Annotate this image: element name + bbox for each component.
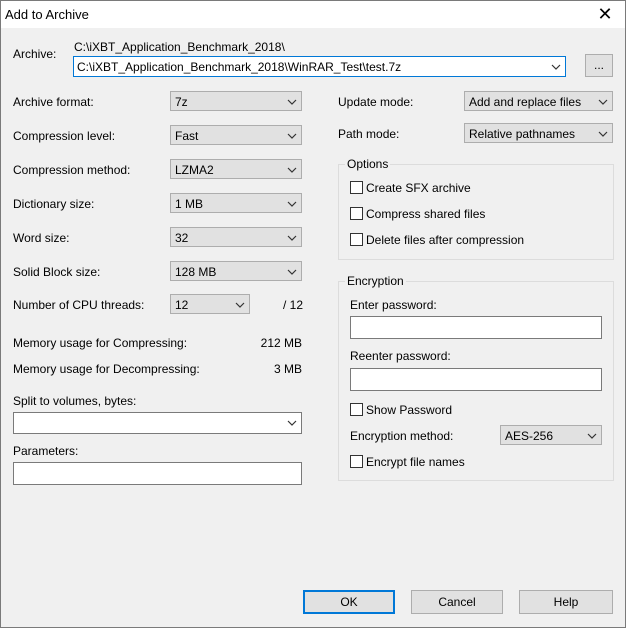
dictionary-size-select[interactable]: 1 MB — [170, 193, 302, 213]
dictionary-size-label: Dictionary size: — [13, 197, 95, 211]
compression-method-select[interactable]: LZMA2 — [170, 159, 302, 179]
cpu-threads-label: Number of CPU threads: — [13, 298, 145, 312]
chevron-down-icon — [598, 131, 608, 137]
create-sfx-label: Create SFX archive — [366, 181, 471, 195]
archive-label: Archive: — [13, 47, 57, 61]
chevron-down-icon — [287, 235, 297, 241]
cpu-threads-select[interactable]: 12 — [170, 294, 250, 314]
browse-button[interactable]: ... — [585, 54, 613, 77]
chevron-down-icon — [598, 99, 608, 105]
compress-shared-label: Compress shared files — [366, 207, 486, 221]
chevron-down-icon — [287, 99, 297, 105]
memory-decompress-label: Memory usage for Decompressing: — [13, 362, 200, 376]
window-title: Add to Archive — [5, 7, 89, 22]
split-volumes-combo[interactable] — [13, 412, 302, 434]
encrypt-names-label: Encrypt file names — [366, 455, 465, 469]
chevron-down-icon — [287, 420, 297, 426]
path-mode-label: Path mode: — [338, 127, 400, 141]
archive-name-value: C:\iXBT_Application_Benchmark_2018\WinRA… — [77, 60, 402, 74]
add-to-archive-dialog: Add to Archive ✕ Archive: C:\iXBT_Applic… — [0, 0, 626, 628]
ok-button[interactable]: OK — [303, 590, 395, 614]
path-mode-select[interactable]: Relative pathnames — [464, 123, 613, 143]
show-password-checkbox[interactable] — [350, 403, 363, 416]
chevron-down-icon — [287, 201, 297, 207]
chevron-down-icon — [287, 269, 297, 275]
update-mode-label: Update mode: — [338, 95, 414, 109]
chevron-down-icon — [587, 433, 597, 439]
compression-method-label: Compression method: — [13, 163, 131, 177]
split-volumes-label: Split to volumes, bytes: — [13, 394, 137, 408]
help-button[interactable]: Help — [519, 590, 613, 614]
encryption-group-title: Encryption — [345, 274, 406, 288]
compression-level-value: Fast — [175, 129, 199, 143]
archive-name-combo[interactable]: C:\iXBT_Application_Benchmark_2018\WinRA… — [73, 56, 566, 77]
encryption-method-select[interactable]: AES-256 — [500, 425, 602, 445]
cpu-threads-value: 12 — [175, 298, 189, 312]
chevron-down-icon — [235, 302, 245, 308]
word-size-value: 32 — [175, 231, 189, 245]
chevron-down-icon — [551, 64, 561, 70]
memory-compress-value: 212 MB — [260, 336, 302, 350]
options-group-title: Options — [345, 157, 391, 171]
cpu-threads-max: / 12 — [283, 298, 304, 312]
enter-password-label: Enter password: — [350, 298, 437, 312]
memory-decompress-value: 3 MB — [273, 362, 302, 376]
chevron-down-icon — [287, 167, 297, 173]
encryption-method-label: Encryption method: — [350, 429, 454, 443]
encrypt-names-checkbox[interactable] — [350, 455, 363, 468]
compression-method-value: LZMA2 — [175, 163, 214, 177]
dictionary-size-value: 1 MB — [175, 197, 204, 211]
delete-after-label: Delete files after compression — [366, 233, 525, 247]
compression-level-select[interactable]: Fast — [170, 125, 302, 145]
memory-compress-label: Memory usage for Compressing: — [13, 336, 188, 350]
password-input[interactable] — [350, 316, 602, 339]
current-folder-path: C:\iXBT_Application_Benchmark_2018\ — [74, 40, 285, 54]
cancel-button[interactable]: Cancel — [411, 590, 503, 614]
update-mode-select[interactable]: Add and replace files — [464, 91, 613, 111]
word-size-select[interactable]: 32 — [170, 227, 302, 247]
solid-block-size-value: 128 MB — [175, 265, 217, 279]
update-mode-value: Add and replace files — [469, 95, 582, 109]
delete-after-checkbox[interactable] — [350, 233, 363, 246]
reenter-password-label: Reenter password: — [350, 349, 451, 363]
parameters-label: Parameters: — [13, 444, 79, 458]
compression-level-label: Compression level: — [13, 129, 116, 143]
archive-format-value: 7z — [175, 95, 188, 109]
reenter-password-input[interactable] — [350, 368, 602, 391]
show-password-label: Show Password — [366, 403, 453, 417]
create-sfx-checkbox[interactable] — [350, 181, 363, 194]
chevron-down-icon — [287, 133, 297, 139]
parameters-input[interactable] — [13, 462, 302, 485]
close-icon[interactable]: ✕ — [585, 1, 625, 28]
title-bar: Add to Archive ✕ — [1, 1, 625, 28]
solid-block-size-select[interactable]: 128 MB — [170, 261, 302, 281]
compress-shared-checkbox[interactable] — [350, 207, 363, 220]
archive-format-label: Archive format: — [13, 95, 94, 109]
solid-block-size-label: Solid Block size: — [13, 265, 101, 279]
word-size-label: Word size: — [13, 231, 70, 245]
path-mode-value: Relative pathnames — [469, 127, 576, 141]
encryption-method-value: AES-256 — [505, 429, 554, 443]
archive-format-select[interactable]: 7z — [170, 91, 302, 111]
